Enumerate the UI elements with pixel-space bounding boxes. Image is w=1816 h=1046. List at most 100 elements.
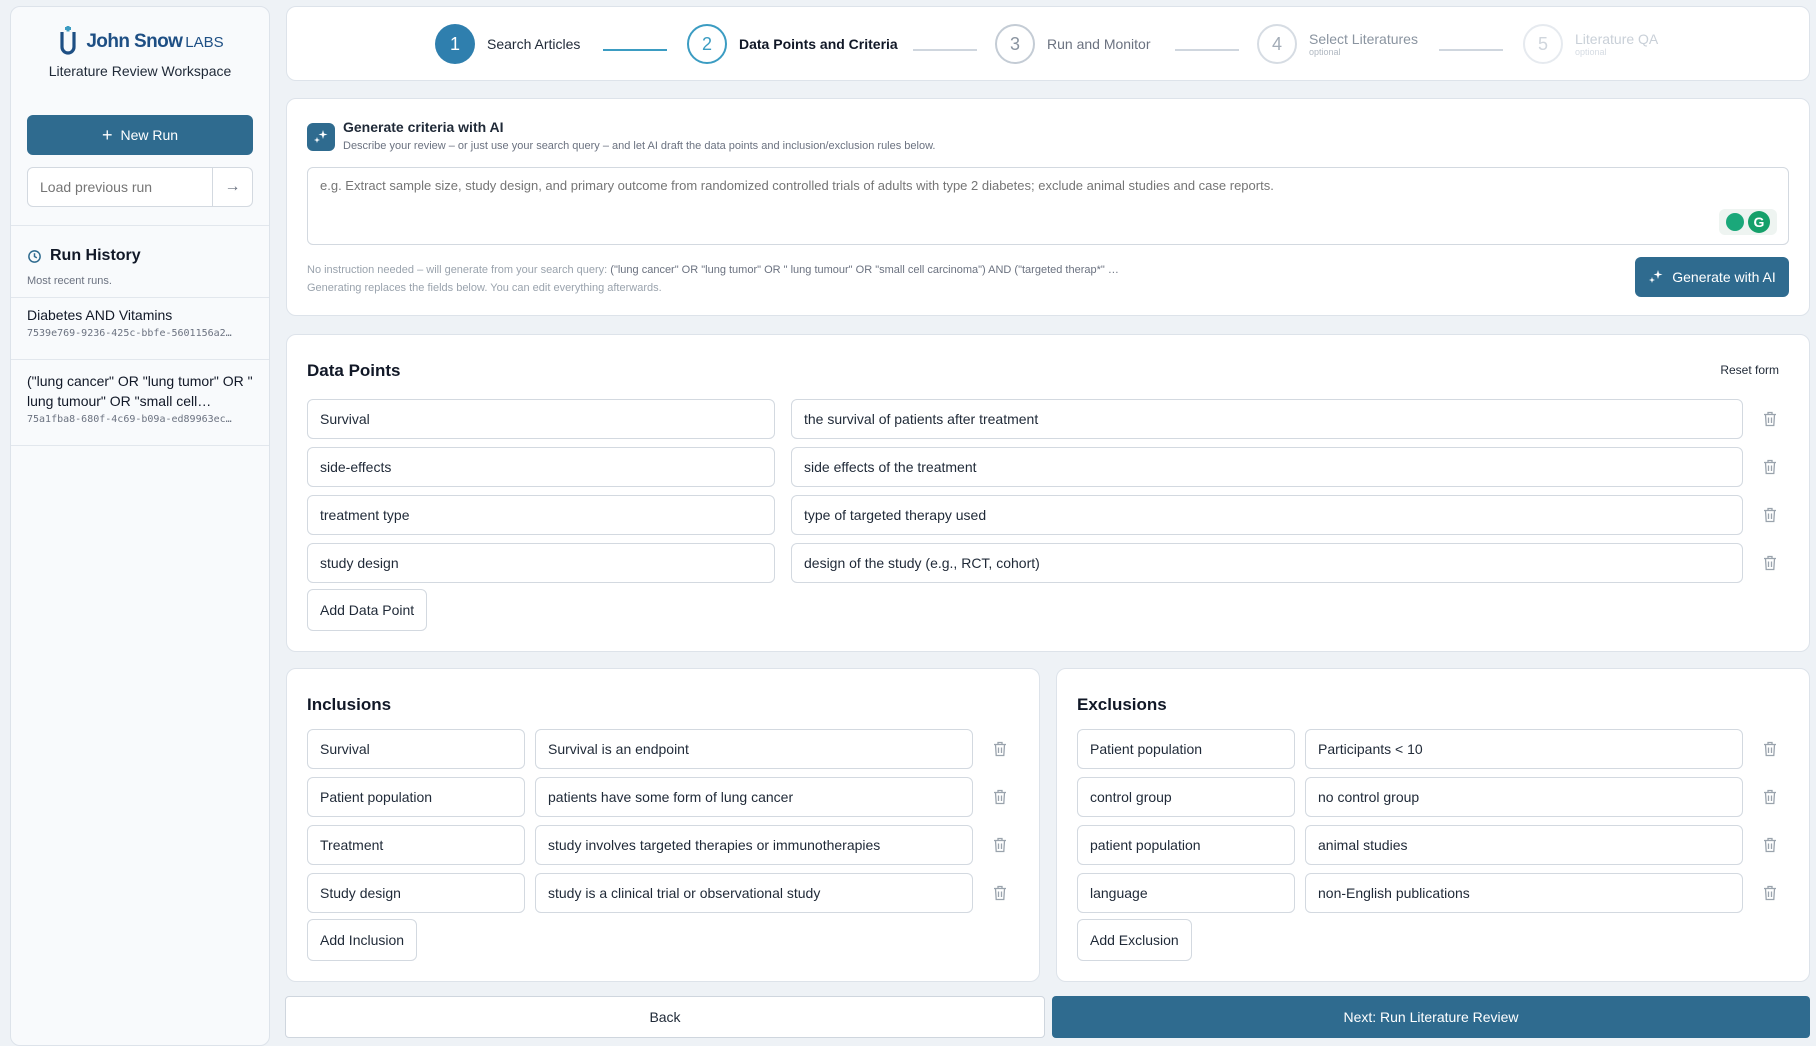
history-item[interactable]: Diabetes AND Vitamins 7539e769-9236-425c… (11, 305, 269, 339)
step-label: Data Points and Criteria (739, 36, 898, 52)
inclusions-card: Inclusions Survival Survival is an endpo… (286, 668, 1040, 982)
workspace-title: Literature Review Workspace (48, 63, 232, 79)
trash-icon[interactable] (1761, 409, 1779, 429)
trash-icon[interactable] (1761, 883, 1779, 903)
trash-icon[interactable] (991, 835, 1009, 855)
data-points-card: Data Points Reset form Survival the surv… (286, 334, 1810, 652)
step-data-points[interactable]: 2 Data Points and Criteria (687, 24, 898, 64)
reset-form-link[interactable]: Reset form (1720, 363, 1779, 377)
inclusion-rule[interactable]: study is a clinical trial or observation… (535, 873, 973, 913)
bulb-icon (1726, 213, 1744, 231)
inclusion-name[interactable]: Study design (307, 873, 525, 913)
step-search-articles[interactable]: 1 Search Articles (435, 24, 580, 64)
history-item[interactable]: ("lung cancer" OR "lung tumor" OR " lung… (11, 371, 269, 425)
logo-icon (60, 26, 76, 55)
divider (11, 359, 269, 360)
step-number: 4 (1257, 24, 1297, 64)
inclusion-rule[interactable]: patients have some form of lung cancer (535, 777, 973, 817)
load-run-group: → (27, 167, 253, 207)
trash-icon[interactable] (1761, 787, 1779, 807)
note-prefix: No instruction needed – will generate fr… (307, 264, 608, 276)
history-query: Diabetes AND Vitamins (27, 307, 173, 323)
step-select-literatures[interactable]: 4 Select Literatures optional (1257, 24, 1418, 64)
exclusions-title: Exclusions (1077, 695, 1167, 714)
sparkles-icon (307, 123, 335, 151)
arrow-right-icon[interactable]: → (212, 168, 252, 206)
step-connector (1439, 49, 1503, 51)
trash-icon[interactable] (1761, 457, 1779, 477)
add-exclusion-button[interactable]: Add Exclusion (1077, 919, 1192, 961)
generate-description: Describe your review – or just use your … (343, 140, 936, 152)
data-point-description[interactable]: design of the study (e.g., RCT, cohort) (791, 543, 1743, 583)
exclusion-name[interactable]: language (1077, 873, 1295, 913)
step-connector (913, 49, 977, 51)
generate-note: No instruction needed – will generate fr… (307, 261, 1119, 297)
generate-with-ai-button[interactable]: Generate with AI (1635, 257, 1789, 297)
new-run-label: New Run (120, 127, 179, 143)
load-run-input[interactable] (28, 168, 212, 206)
generate-title: Generate criteria with AI (343, 119, 504, 135)
data-point-name[interactable]: side-effects (307, 447, 775, 487)
brand-logo: John Snow LABS (11, 25, 269, 59)
generate-criteria-card: Generate criteria with AI Describe your … (286, 98, 1810, 316)
step-run-monitor[interactable]: 3 Run and Monitor (995, 24, 1151, 64)
data-point-name[interactable]: treatment type (307, 495, 775, 535)
trash-icon[interactable] (991, 739, 1009, 759)
sparkles-icon (1649, 270, 1663, 283)
add-data-point-button[interactable]: Add Data Point (307, 589, 428, 631)
trash-icon[interactable] (1761, 739, 1779, 759)
step-connector (1175, 49, 1239, 51)
run-history-title: Run History (50, 247, 141, 264)
trash-icon[interactable] (991, 787, 1009, 807)
history-id: 7539e769-9236-425c-bbfe-5601156a2… (27, 328, 232, 339)
step-literature-qa[interactable]: 5 Literature QA optional (1523, 24, 1658, 64)
plus-icon: + (101, 125, 113, 145)
note-query: ("lung cancer" OR "lung tumor" OR " lung… (610, 264, 1119, 276)
add-inclusion-button[interactable]: Add Inclusion (307, 919, 418, 961)
history-query: ("lung cancer" OR "lung tumor" OR " lung… (27, 373, 253, 409)
exclusion-rule[interactable]: Participants < 10 (1305, 729, 1743, 769)
inclusion-name[interactable]: Treatment (307, 825, 525, 865)
trash-icon[interactable] (1761, 505, 1779, 525)
inclusion-rule[interactable]: study involves targeted therapies or imm… (535, 825, 973, 865)
step-label: Run and Monitor (1047, 36, 1151, 52)
back-button[interactable]: Back (285, 996, 1045, 1038)
step-optional: optional (1309, 47, 1341, 57)
exclusion-name[interactable]: Patient population (1077, 729, 1295, 769)
data-point-description[interactable]: side effects of the treatment (791, 447, 1743, 487)
step-number: 3 (995, 24, 1035, 64)
inclusion-name[interactable]: Survival (307, 729, 525, 769)
step-number: 2 (687, 24, 727, 64)
step-connector (603, 49, 667, 51)
exclusions-card: Exclusions Patient population Participan… (1056, 668, 1810, 982)
instruction-textarea[interactable] (307, 167, 1789, 245)
exclusion-rule[interactable]: no control group (1305, 777, 1743, 817)
exclusion-rule[interactable]: animal studies (1305, 825, 1743, 865)
exclusion-name[interactable]: control group (1077, 777, 1295, 817)
data-point-description[interactable]: type of targeted therapy used (791, 495, 1743, 535)
data-points-title: Data Points (307, 361, 401, 380)
note-line2: Generating replaces the fields below. Yo… (307, 282, 662, 294)
step-optional: optional (1575, 47, 1607, 57)
generate-button-label: Generate with AI (1672, 269, 1776, 285)
history-icon (28, 249, 41, 263)
trash-icon[interactable] (991, 883, 1009, 903)
exclusion-name[interactable]: patient population (1077, 825, 1295, 865)
step-label: Literature QA (1575, 31, 1659, 47)
new-run-button[interactable]: + New Run (27, 115, 253, 155)
history-id: 75a1fba8-680f-4c69-b09a-ed89963ec… (27, 414, 232, 425)
logo-suffix: LABS (185, 34, 224, 51)
data-point-name[interactable]: study design (307, 543, 775, 583)
data-point-description[interactable]: the survival of patients after treatment (791, 399, 1743, 439)
divider (11, 225, 269, 226)
grammarly-widget[interactable]: G (1719, 209, 1777, 235)
next-run-review-button[interactable]: Next: Run Literature Review (1052, 996, 1810, 1038)
trash-icon[interactable] (1761, 835, 1779, 855)
progress-stepper: 1 Search Articles 2 Data Points and Crit… (286, 6, 1810, 81)
inclusion-rule[interactable]: Survival is an endpoint (535, 729, 973, 769)
data-point-name[interactable]: Survival (307, 399, 775, 439)
exclusion-rule[interactable]: non-English publications (1305, 873, 1743, 913)
trash-icon[interactable] (1761, 553, 1779, 573)
inclusion-name[interactable]: Patient population (307, 777, 525, 817)
grammarly-icon: G (1748, 211, 1770, 233)
